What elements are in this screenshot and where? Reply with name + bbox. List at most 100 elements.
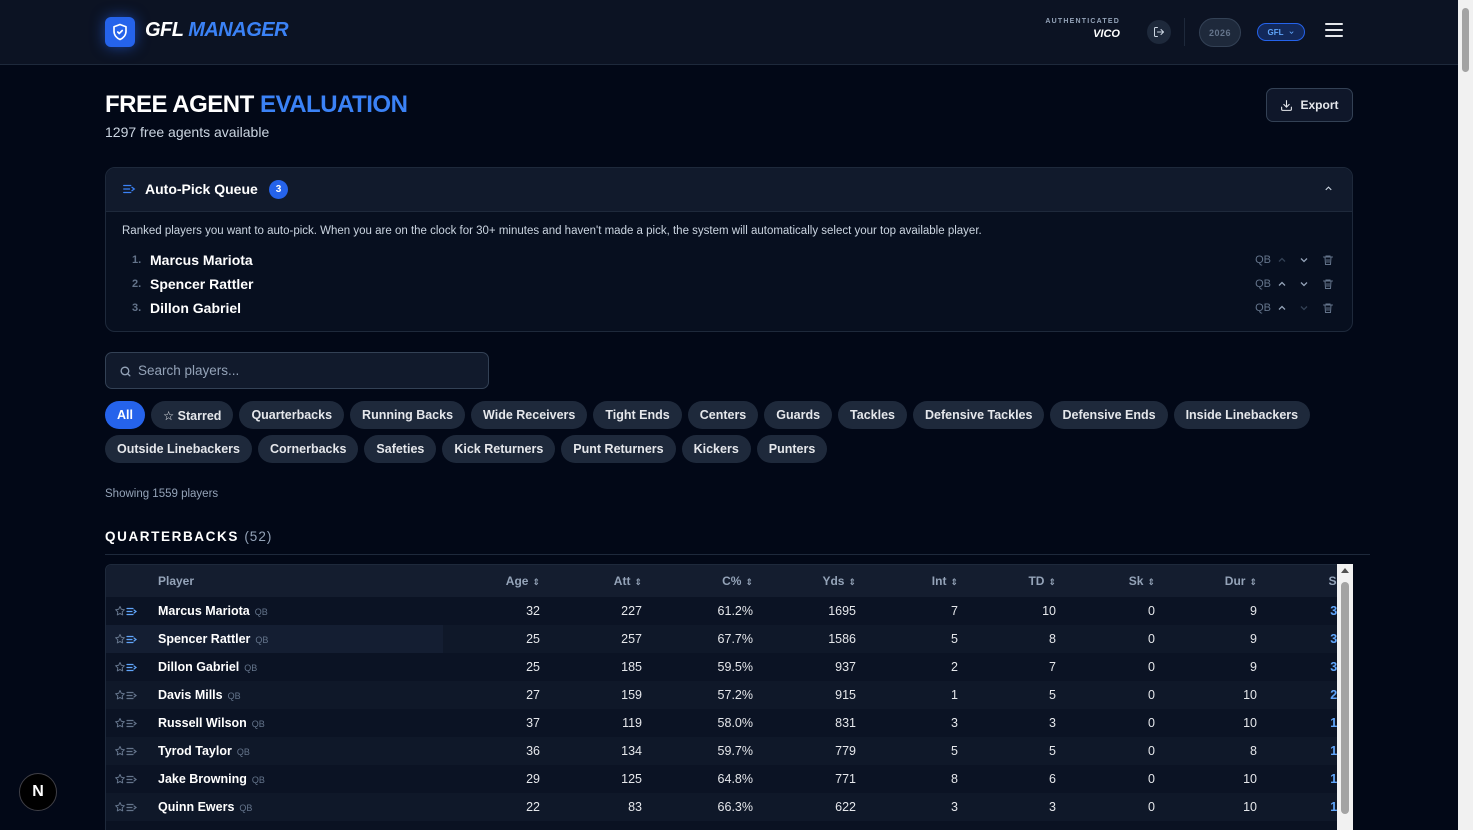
stat-int: 3 <box>951 716 958 730</box>
column-header-td[interactable]: TD ⇕ <box>968 565 1066 597</box>
logout-button[interactable] <box>1147 20 1171 44</box>
table-row[interactable]: Quinn EwersQB228366.3%622330101565 <box>106 793 1352 821</box>
filter-chip-outside-linebackers[interactable]: Outside Linebackers <box>105 435 252 463</box>
search-input[interactable] <box>138 353 478 388</box>
column-header-cpct[interactable]: C% ⇕ <box>652 565 763 597</box>
player-name[interactable]: Russell Wilson <box>158 716 247 730</box>
filter-chip-kick-returners[interactable]: Kick Returners <box>442 435 556 463</box>
player-cell[interactable]: Marcus Mariota QB <box>158 597 443 625</box>
filter-chip-starred[interactable]: ☆ Starred <box>150 401 234 429</box>
filter-chip-cornerbacks[interactable]: Cornerbacks <box>257 435 359 463</box>
stat-att: 257 <box>621 632 642 646</box>
star-icon[interactable] <box>114 773 126 785</box>
filter-chip-kickers[interactable]: Kickers <box>681 435 751 463</box>
filter-chip-centers[interactable]: Centers <box>687 401 759 429</box>
stat-age: 36 <box>526 744 540 758</box>
star-icon[interactable] <box>114 745 126 757</box>
chevron-up-icon[interactable] <box>1276 254 1288 266</box>
filter-chip-defensive-tackles[interactable]: Defensive Tackles <box>912 401 1045 429</box>
star-icon[interactable] <box>114 605 126 617</box>
league-selector[interactable]: GFL <box>1257 23 1305 41</box>
page-scrollbar-thumb[interactable] <box>1462 8 1469 72</box>
chevron-up-icon[interactable] <box>1276 302 1288 314</box>
filter-chip-punt-returners[interactable]: Punt Returners <box>561 435 676 463</box>
player-name[interactable]: Jake Browning <box>158 772 247 786</box>
column-header-yds[interactable]: Yds ⇕ <box>763 565 866 597</box>
queue-add-icon[interactable] <box>126 690 138 701</box>
table-row[interactable]: Tyrod TaylorQB3613459.7%77955081701 <box>106 737 1352 765</box>
star-icon[interactable] <box>114 689 126 701</box>
column-header-att[interactable]: Att ⇕ <box>550 565 652 597</box>
chevron-up-icon[interactable] <box>1276 278 1288 290</box>
table-row[interactable]: Dillon GabrielQB2518559.5%93727093048 <box>106 653 1352 681</box>
queue-header[interactable]: Auto-Pick Queue 3 <box>106 168 1352 212</box>
table-row[interactable]: Spencer RattlerQB2525767.7%158658093812 <box>106 625 1352 653</box>
filter-chip-safeties[interactable]: Safeties <box>364 435 437 463</box>
table-scrollbar[interactable] <box>1337 564 1353 830</box>
table-row[interactable]: Davis MillsQB2715957.2%915150102812 <box>106 681 1352 709</box>
brand-logo[interactable]: GFL MANAGER <box>145 19 289 42</box>
scroll-up-arrow[interactable] <box>1341 568 1349 573</box>
filter-chip-wide-receivers[interactable]: Wide Receivers <box>471 401 588 429</box>
queue-add-icon[interactable] <box>126 746 138 757</box>
queue-add-icon[interactable] <box>126 774 138 785</box>
next-dev-badge[interactable]: N <box>19 773 57 811</box>
filter-chip-quarterbacks[interactable]: Quarterbacks <box>239 401 345 429</box>
season-year-selector[interactable]: 2026 <box>1199 18 1241 47</box>
player-cell[interactable]: Dillon Gabriel QB <box>158 653 443 681</box>
queue-add-icon[interactable] <box>126 606 138 617</box>
column-header-int[interactable]: Int ⇕ <box>866 565 968 597</box>
trash-icon[interactable] <box>1322 253 1334 267</box>
player-name[interactable]: Tyrod Taylor <box>158 744 232 758</box>
table-row[interactable]: Russell WilsonQB3711958.0%831330101841 <box>106 709 1352 737</box>
star-icon[interactable] <box>114 633 126 645</box>
filter-chip-punters[interactable]: Punters <box>756 435 828 463</box>
chevron-down-icon[interactable] <box>1298 254 1310 266</box>
filter-chip-inside-linebackers[interactable]: Inside Linebackers <box>1173 401 1311 429</box>
trash-icon[interactable] <box>1322 301 1334 315</box>
sort-icon: ⇕ <box>634 577 642 587</box>
queue-add-icon[interactable] <box>126 634 138 645</box>
player-cell[interactable]: Spencer Rattler QB <box>158 625 443 653</box>
chevron-down-icon[interactable] <box>1298 278 1310 290</box>
star-icon[interactable] <box>114 801 126 813</box>
player-name[interactable]: Dillon Gabriel <box>158 660 239 674</box>
trash-icon[interactable] <box>1322 277 1334 291</box>
column-header-age[interactable]: Age ⇕ <box>443 565 550 597</box>
player-cell[interactable]: Quinn Ewers QB <box>158 793 443 821</box>
scrollbar-thumb[interactable] <box>1341 582 1349 814</box>
queue-add-icon[interactable] <box>126 662 138 673</box>
stat-td: 3 <box>1049 800 1056 814</box>
player-name[interactable]: Marcus Mariota <box>158 604 250 618</box>
star-icon[interactable] <box>114 717 126 729</box>
filter-chip-tackles[interactable]: Tackles <box>838 401 907 429</box>
queue-add-icon[interactable] <box>126 802 138 813</box>
column-label: Sk <box>1128 574 1144 588</box>
player-cell[interactable]: Tyrod Taylor QB <box>158 737 443 765</box>
player-cell[interactable]: Davis Mills QB <box>158 681 443 709</box>
filter-chip-all[interactable]: All <box>105 401 145 429</box>
queue-add-icon[interactable] <box>126 718 138 729</box>
filter-chip-defensive-ends[interactable]: Defensive Ends <box>1050 401 1168 429</box>
column-header-sk[interactable]: Sk ⇕ <box>1066 565 1165 597</box>
column-header-player[interactable]: Player <box>158 565 443 597</box>
export-button[interactable]: Export <box>1266 88 1353 122</box>
player-cell[interactable]: Jake Browning QB <box>158 765 443 793</box>
filter-chip-running-backs[interactable]: Running Backs <box>350 401 466 429</box>
player-name[interactable]: Davis Mills <box>158 688 223 702</box>
table-row[interactable]: Jake BrowningQB2912564.8%771860101678 <box>106 765 1352 793</box>
player-cell[interactable]: Russell Wilson QB <box>158 709 443 737</box>
table-row[interactable]: Marcus MariotaQB3222761.2%1695710093862 <box>106 597 1352 625</box>
star-icon[interactable] <box>114 661 126 673</box>
shield-icon[interactable] <box>105 17 135 47</box>
player-name[interactable]: Quinn Ewers <box>158 800 234 814</box>
menu-icon[interactable] <box>1325 23 1343 39</box>
filter-chip-tight-ends[interactable]: Tight Ends <box>593 401 682 429</box>
filter-chip-guards[interactable]: Guards <box>764 401 833 429</box>
page-scrollbar[interactable] <box>1458 0 1473 830</box>
filter-row: Outside Linebackers Cornerbacks Safeties Ki… <box>105 435 1305 463</box>
column-header-dur[interactable]: Dur ⇕ <box>1165 565 1267 597</box>
chevron-up-icon[interactable] <box>1323 183 1334 194</box>
player-name[interactable]: Spencer Rattler <box>158 632 250 646</box>
chevron-down-icon[interactable] <box>1298 302 1310 314</box>
